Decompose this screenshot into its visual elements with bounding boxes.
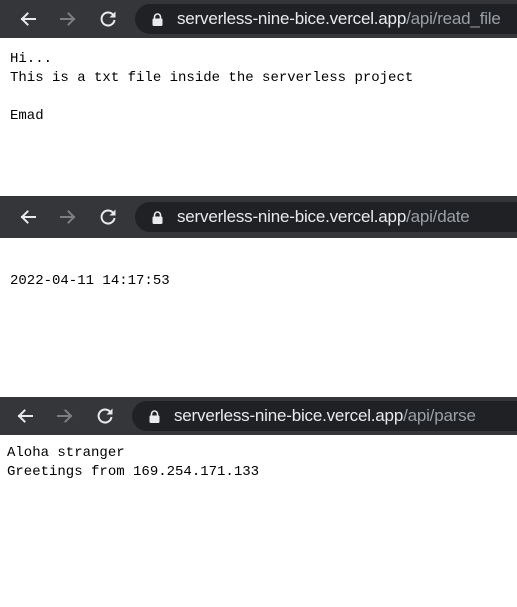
back-button[interactable]: [16, 205, 40, 229]
content-line: Aloha stranger: [7, 445, 125, 461]
address-bar[interactable]: serverless-nine-bice.vercel.app/api/read…: [135, 4, 517, 34]
browser-window-date: serverless-nine-bice.vercel.app/api/date…: [0, 196, 517, 397]
reload-icon: [100, 11, 116, 27]
content-line: Hi...: [10, 51, 53, 67]
back-arrow-icon: [20, 12, 36, 26]
content-line: 2022-04-11 14:17:53: [10, 273, 170, 289]
back-button[interactable]: [13, 404, 37, 428]
address-bar[interactable]: serverless-nine-bice.vercel.app/api/pars…: [132, 401, 517, 431]
lock-icon: [147, 409, 161, 423]
content-line: This is a txt file inside the serverless…: [10, 70, 414, 86]
browser-toolbar: serverless-nine-bice.vercel.app/api/date: [0, 196, 517, 238]
browser-window-parse: serverless-nine-bice.vercel.app/api/pars…: [0, 397, 517, 607]
browser-window-read-file: serverless-nine-bice.vercel.app/api/read…: [0, 0, 517, 196]
page-content: 2022-04-11 14:17:53: [10, 272, 170, 291]
forward-button[interactable]: [56, 7, 80, 31]
reload-icon: [97, 408, 113, 424]
url-host: serverless-nine-bice.vercel.app: [174, 406, 404, 425]
reload-button[interactable]: [96, 205, 120, 229]
url-host: serverless-nine-bice.vercel.app: [177, 207, 407, 226]
url-text: serverless-nine-bice.vercel.app/api/date: [177, 202, 470, 232]
browser-toolbar: serverless-nine-bice.vercel.app/api/read…: [0, 0, 517, 38]
reload-button[interactable]: [96, 7, 120, 31]
forward-arrow-icon: [60, 210, 76, 224]
back-button[interactable]: [16, 7, 40, 31]
reload-icon: [100, 209, 116, 225]
url-host: serverless-nine-bice.vercel.app: [177, 9, 407, 28]
browser-toolbar: serverless-nine-bice.vercel.app/api/pars…: [0, 397, 517, 435]
content-line: Emad: [10, 108, 44, 124]
url-text: serverless-nine-bice.vercel.app/api/pars…: [174, 401, 476, 431]
url-path: /api/read_file: [406, 9, 501, 28]
url-path: /api/date: [406, 207, 470, 226]
page-content: Hi... This is a txt file inside the serve…: [10, 50, 413, 126]
reload-button[interactable]: [93, 404, 117, 428]
content-line: [10, 88, 413, 107]
forward-button[interactable]: [53, 404, 77, 428]
url-text: serverless-nine-bice.vercel.app/api/read…: [177, 4, 501, 34]
lock-icon: [150, 12, 164, 26]
back-arrow-icon: [20, 210, 36, 224]
forward-arrow-icon: [57, 409, 73, 423]
content-line: Greetings from 169.254.171.133: [7, 464, 260, 480]
forward-arrow-icon: [60, 12, 76, 26]
forward-button[interactable]: [56, 205, 80, 229]
address-bar[interactable]: serverless-nine-bice.vercel.app/api/date: [135, 202, 517, 232]
back-arrow-icon: [17, 409, 33, 423]
url-path: /api/parse: [403, 406, 476, 425]
page-content: Aloha stranger Greetings from 169.254.171…: [7, 444, 259, 482]
lock-icon: [150, 210, 164, 224]
